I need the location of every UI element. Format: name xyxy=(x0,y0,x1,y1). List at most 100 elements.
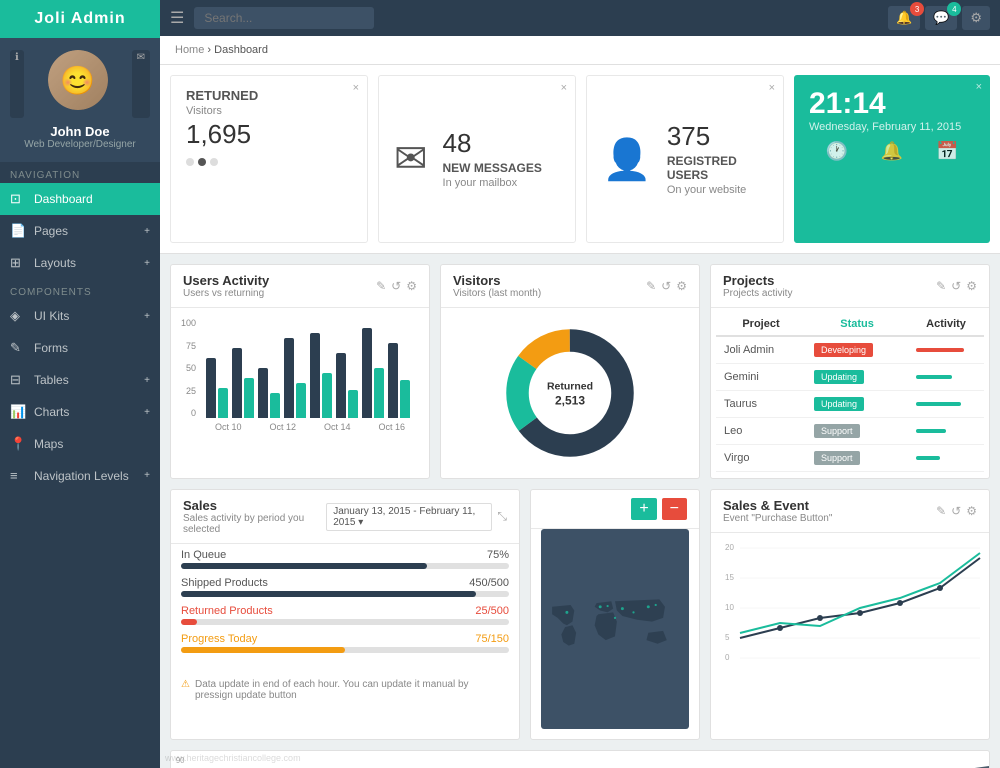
components-section-label: Components xyxy=(0,279,160,300)
sidebar-item-label: Layouts xyxy=(34,256,76,270)
edit-icon[interactable]: ✎ xyxy=(936,504,946,518)
stat-subtitle: In your mailbox xyxy=(443,177,542,189)
profile-mail-icon[interactable]: ✉ xyxy=(132,50,150,118)
svg-text:10: 10 xyxy=(725,603,734,612)
sidebar-item-maps[interactable]: 📍 Maps xyxy=(0,428,160,460)
project-status: Support xyxy=(806,418,908,445)
sidebar-item-navlevels[interactable]: ≡ Navigation Levels + xyxy=(0,460,160,491)
sidebar-item-label: Charts xyxy=(34,405,69,419)
breadcrumb-home[interactable]: Home xyxy=(175,44,204,56)
panel-actions: ✎ ↺ ⚙ xyxy=(646,279,687,293)
avatar-image: 😊 xyxy=(48,50,108,110)
stat-close-button[interactable]: × xyxy=(976,81,982,93)
map-svg xyxy=(541,529,689,729)
profile-info-icon[interactable]: ℹ xyxy=(10,50,24,118)
calendar-icon[interactable]: 📅 xyxy=(936,141,958,162)
settings-icon[interactable]: ⚙ xyxy=(966,504,977,518)
watermark: www.heritagechristiancollege.com xyxy=(165,753,301,763)
search-input[interactable] xyxy=(194,7,374,29)
topbar-settings-button[interactable]: ⚙ xyxy=(962,6,990,30)
table-row: Virgo Support xyxy=(716,445,984,472)
progress-bar-bg xyxy=(181,563,509,569)
panel-title: Sales & Event xyxy=(723,498,832,513)
second-row: Sales Sales activity by period you selec… xyxy=(160,489,1000,750)
panel-subtitle: Visitors (last month) xyxy=(453,288,541,299)
project-activity xyxy=(908,336,984,364)
forms-icon: ✎ xyxy=(10,340,26,356)
layouts-icon: ⊞ xyxy=(10,255,26,271)
settings-icon[interactable]: ⚙ xyxy=(676,279,687,293)
refresh-icon[interactable]: ↺ xyxy=(661,279,671,293)
refresh-icon[interactable]: ↺ xyxy=(391,279,401,293)
data-notice: ⚠ Data update in end of each hour. You c… xyxy=(171,671,519,709)
sidebar-item-label: Maps xyxy=(34,437,63,451)
bar-teal xyxy=(374,368,384,418)
bar-chart xyxy=(201,318,419,418)
sales-panel: Sales Sales activity by period you selec… xyxy=(170,489,520,740)
sidebar-item-label: Forms xyxy=(34,341,68,355)
edit-icon[interactable]: ✎ xyxy=(376,279,386,293)
stat-title: RETURNED xyxy=(186,88,352,103)
charts-row: Users Activity Users vs returning ✎ ↺ ⚙ … xyxy=(160,254,1000,489)
stat-returned: × RETURNED Visitors 1,695 xyxy=(170,75,368,243)
settings-icon[interactable]: ⚙ xyxy=(406,279,417,293)
bar-dark xyxy=(310,333,320,418)
refresh-icon[interactable]: ↺ xyxy=(951,504,961,518)
panel-header: Sales Sales activity by period you selec… xyxy=(171,490,519,544)
sidebar-item-tables[interactable]: ⊟ Tables + xyxy=(0,364,160,396)
zoom-out-button[interactable]: − xyxy=(662,498,687,520)
clock-icon[interactable]: 🕐 xyxy=(825,141,847,162)
map-panel: + − xyxy=(530,489,700,740)
expand-icon: + xyxy=(144,470,150,481)
visitors-panel: Visitors Visitors (last month) ✎ ↺ ⚙ xyxy=(440,264,700,479)
sidebar-item-uikits[interactable]: ◈ UI Kits + xyxy=(0,300,160,332)
svg-text:20: 20 xyxy=(725,543,734,552)
topbar-chat-button[interactable]: 💬 4 xyxy=(925,6,957,30)
refresh-icon[interactable]: ↺ xyxy=(951,279,961,293)
hamburger-button[interactable]: ☰ xyxy=(170,8,184,28)
sidebar-item-forms[interactable]: ✎ Forms xyxy=(0,332,160,364)
topbar-right: 🔔 3 💬 4 ⚙ xyxy=(888,6,990,30)
edit-icon[interactable]: ✎ xyxy=(936,279,946,293)
stat-number: 48 xyxy=(443,128,542,159)
bell-icon[interactable]: 🔔 xyxy=(881,141,903,162)
project-activity xyxy=(908,418,984,445)
sales-event-panel: Sales & Event Event "Purchase Button" ✎ … xyxy=(710,489,990,740)
line-chart-svg: 20 15 10 5 0 xyxy=(716,538,984,668)
projects-table-body: Project Status Activity Joli Admin Devel… xyxy=(711,308,989,477)
stat-close-button[interactable]: × xyxy=(769,82,775,94)
panel-header: + − xyxy=(531,490,699,529)
edit-icon[interactable]: ✎ xyxy=(646,279,656,293)
zoom-in-button[interactable]: + xyxy=(631,498,656,520)
topbar-bell-button[interactable]: 🔔 3 xyxy=(888,6,920,30)
panel-actions: ✎ ↺ ⚙ xyxy=(376,279,417,293)
panel-actions: ✎ ↺ ⚙ xyxy=(936,504,977,518)
progress-fill xyxy=(181,591,476,597)
stat-close-button[interactable]: × xyxy=(561,82,567,94)
svg-text:15: 15 xyxy=(725,573,734,582)
progress-label: Shipped Products 450/500 xyxy=(181,577,509,589)
svg-text:5: 5 xyxy=(725,633,730,642)
sidebar-item-label: Pages xyxy=(34,224,68,238)
expand-icon[interactable]: ⤡ xyxy=(497,509,507,524)
sidebar-item-label: UI Kits xyxy=(34,309,69,323)
warning-icon: ⚠ xyxy=(181,679,190,690)
sidebar-item-pages[interactable]: 📄 Pages + xyxy=(0,215,160,247)
sidebar-item-dashboard[interactable]: ⊡ Dashboard xyxy=(0,183,160,215)
progress-section: In Queue 75% Shipped Products 450/500 xyxy=(171,544,519,671)
stat-close-button[interactable]: × xyxy=(353,82,359,94)
dot xyxy=(186,158,194,166)
sidebar-item-charts[interactable]: 📊 Charts + xyxy=(0,396,160,428)
breadcrumb: Home › Dashboard xyxy=(160,36,1000,65)
project-name: Leo xyxy=(716,418,806,445)
project-name: Virgo xyxy=(716,445,806,472)
date-range-selector[interactable]: January 13, 2015 - February 11, 2015 ▾ xyxy=(326,503,492,531)
settings-icon[interactable]: ⚙ xyxy=(966,279,977,293)
expand-icon: + xyxy=(144,407,150,418)
stats-row: × RETURNED Visitors 1,695 × ✉ 48 NEW MES… xyxy=(160,65,1000,254)
project-status: Updating xyxy=(806,391,908,418)
expand-icon: + xyxy=(144,311,150,322)
bar-group xyxy=(310,333,332,418)
table-row: Taurus Updating xyxy=(716,391,984,418)
sidebar-item-layouts[interactable]: ⊞ Layouts + xyxy=(0,247,160,279)
